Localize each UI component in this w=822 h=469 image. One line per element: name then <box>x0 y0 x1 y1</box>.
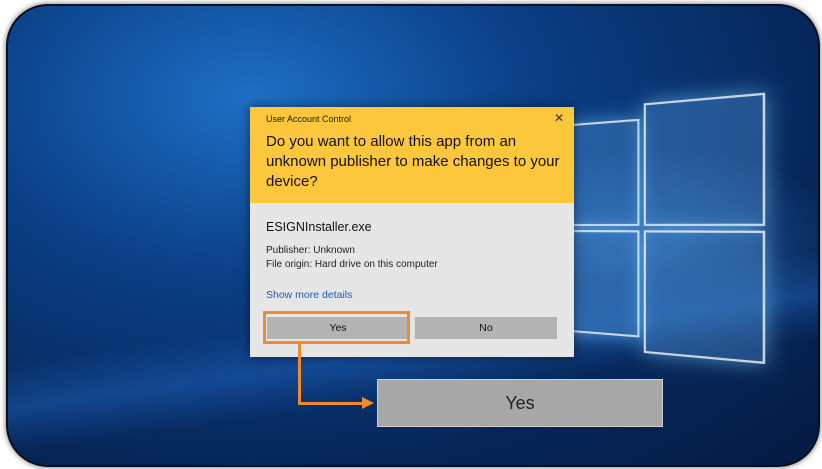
uac-header: User Account Control ✕ Do you want to al… <box>250 107 574 203</box>
file-origin-text: File origin: Hard drive on this computer <box>266 259 438 270</box>
arrow-head-icon <box>362 397 374 409</box>
uac-question: Do you want to allow this app from an un… <box>266 133 560 190</box>
callout-arrow <box>298 344 301 405</box>
logo-pane <box>643 230 766 365</box>
callout-arrow <box>298 402 364 405</box>
dialog-title: User Account Control <box>266 114 352 124</box>
publisher-text: Publisher: Unknown <box>266 245 355 256</box>
app-name: ESIGNInstaller.exe <box>266 220 372 234</box>
close-icon[interactable]: ✕ <box>554 111 564 125</box>
yes-highlight-box <box>263 311 410 344</box>
zoomed-yes-button[interactable]: Yes <box>377 379 663 427</box>
show-more-details-link[interactable]: Show more details <box>266 289 352 301</box>
windows-logo-icon <box>546 86 766 366</box>
no-button[interactable]: No <box>415 317 557 339</box>
logo-pane <box>643 92 766 227</box>
